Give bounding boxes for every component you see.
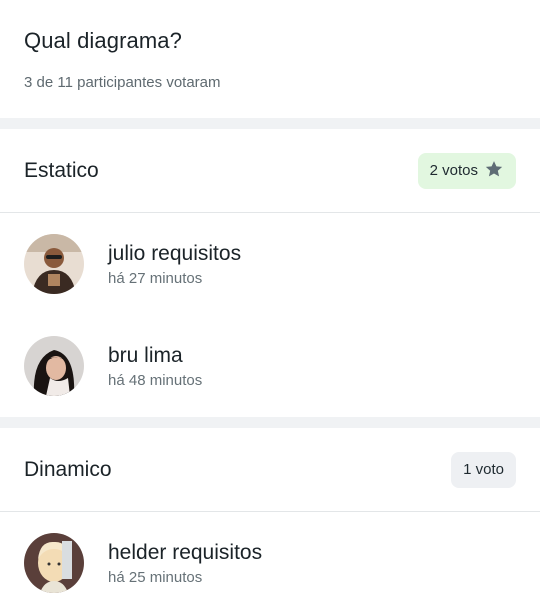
vote-time: há 27 minutos bbox=[108, 269, 203, 287]
voter-name: helder requisitos bbox=[108, 540, 263, 564]
vote-time: há 25 minutos bbox=[108, 568, 203, 586]
option-header-estatico: Estatico 2 votos bbox=[0, 129, 540, 213]
star-icon bbox=[484, 159, 504, 183]
vote-count-label: 2 votos bbox=[429, 162, 478, 179]
voter-row[interactable]: bru lima há 48 minutos bbox=[0, 315, 540, 417]
vote-count-label: 1 voto bbox=[463, 461, 504, 478]
voter-name: bru lima bbox=[108, 343, 183, 367]
option-title: Estatico bbox=[24, 158, 99, 182]
voter-name: julio requisitos bbox=[108, 241, 242, 265]
vote-count-badge: 1 voto bbox=[451, 451, 516, 488]
option-header-dinamico: Dinamico 1 voto bbox=[0, 428, 540, 512]
avatar bbox=[24, 234, 84, 294]
poll-header: Qual diagrama? 3 de 11 participantes vot… bbox=[0, 0, 540, 118]
voter-row[interactable]: julio requisitos há 27 minutos bbox=[0, 213, 540, 315]
vote-count-badge: 2 votos bbox=[417, 152, 516, 189]
avatar bbox=[24, 533, 84, 593]
section-divider bbox=[0, 118, 540, 129]
section-divider bbox=[0, 417, 540, 428]
vote-time: há 48 minutos bbox=[108, 371, 203, 389]
poll-summary: 3 de 11 participantes votaram bbox=[24, 74, 221, 91]
option-title: Dinamico bbox=[24, 457, 112, 481]
voter-row[interactable]: helder requisitos há 25 minutos bbox=[0, 512, 540, 608]
avatar bbox=[24, 336, 84, 396]
poll-question: Qual diagrama? bbox=[24, 28, 182, 53]
